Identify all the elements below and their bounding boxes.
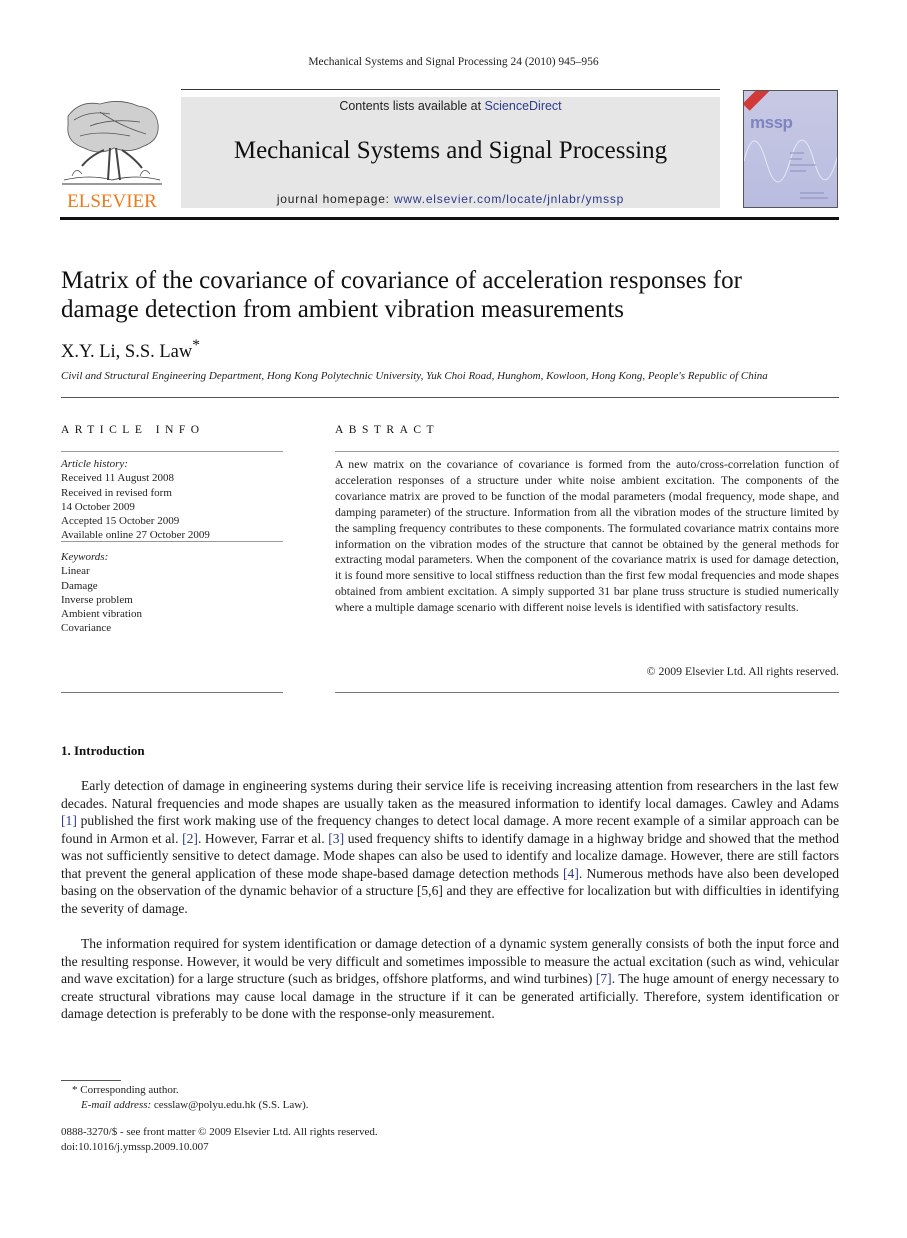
article-history: Article history: Received 11 August 2008… bbox=[61, 457, 210, 543]
footnote-mark: * bbox=[72, 1084, 78, 1096]
journal-title: Mechanical Systems and Signal Processing bbox=[233, 137, 668, 164]
email-link[interactable]: cesslaw@polyu.edu.hk bbox=[154, 1099, 256, 1111]
running-head: Mechanical Systems and Signal Processing… bbox=[308, 56, 599, 68]
paper-title-line-2: damage detection from ambient vibration … bbox=[61, 296, 625, 323]
elsevier-logo[interactable]: ELSEVIER bbox=[60, 96, 164, 212]
citation-link[interactable]: [1] bbox=[61, 813, 77, 828]
email-label: E-mail address: bbox=[81, 1099, 152, 1111]
keyword: Ambient vibration bbox=[61, 608, 142, 621]
banner-bottom-rule bbox=[60, 217, 839, 220]
abstract-rule-bottom bbox=[335, 692, 839, 693]
paper-title-line-1: Matrix of the covariance of covariance o… bbox=[61, 267, 742, 294]
footnote: * Corresponding author. E-mail address: … bbox=[72, 1083, 309, 1113]
citation-link[interactable]: [3] bbox=[328, 831, 344, 846]
cover-waveform-icon bbox=[744, 139, 837, 199]
text-run: . However, Farrar et al. bbox=[197, 830, 329, 846]
article-info-rule-top bbox=[61, 451, 283, 452]
keyword: Damage bbox=[61, 579, 98, 592]
keywords-label: Keywords: bbox=[61, 551, 109, 563]
affiliation: Civil and Structural Engineering Departm… bbox=[61, 370, 768, 382]
history-item: Accepted 15 October 2009 bbox=[61, 515, 180, 528]
keyword: Covariance bbox=[61, 622, 112, 635]
authors: X.Y. Li, S.S. Law* bbox=[61, 337, 200, 363]
intro-paragraph-2: The information required for system iden… bbox=[61, 935, 839, 1023]
abstract-rule-top bbox=[335, 451, 839, 452]
intro-paragraph-1: Early detection of damage in engineering… bbox=[61, 777, 839, 917]
history-item: Received 11 August 2008 bbox=[61, 472, 174, 485]
history-item: Available online 27 October 2009 bbox=[61, 529, 210, 542]
paper-title: Matrix of the covariance of covariance o… bbox=[61, 266, 851, 324]
footnote-corresponding: * Corresponding author. bbox=[72, 1083, 309, 1098]
homepage-link[interactable]: www.elsevier.com/locate/jnlabr/ymssp bbox=[394, 192, 624, 206]
section-heading-introduction: 1. Introduction bbox=[61, 743, 145, 758]
doi-link[interactable]: doi:10.1016/j.ymssp.2009.10.007 bbox=[61, 1140, 378, 1155]
elsevier-wordmark: ELSEVIER bbox=[67, 191, 157, 210]
title-block-rule bbox=[61, 397, 839, 398]
elsevier-tree-icon: ELSEVIER bbox=[62, 101, 162, 212]
keyword: Linear bbox=[61, 565, 90, 578]
journal-cover-thumbnail[interactable]: mssp bbox=[743, 90, 838, 208]
article-info-rule-bottom bbox=[61, 692, 283, 693]
citation-link[interactable]: [7] bbox=[596, 971, 612, 986]
citation-link[interactable]: [2] bbox=[182, 831, 198, 846]
history-item: 14 October 2009 bbox=[61, 500, 135, 513]
contents-prefix: Contents lists available at bbox=[339, 99, 485, 113]
keyword: Inverse problem bbox=[61, 593, 133, 606]
footnote-email-line: E-mail address: cesslaw@polyu.edu.hk (S.… bbox=[72, 1098, 309, 1113]
article-history-label: Article history: bbox=[61, 458, 128, 470]
footnote-rule bbox=[61, 1080, 121, 1081]
article-info-heading: ARTICLE INFO bbox=[61, 424, 205, 436]
contents-line: Contents lists available at ScienceDirec… bbox=[181, 99, 720, 113]
homepage-prefix: journal homepage: bbox=[276, 192, 394, 206]
homepage-line: journal homepage: www.elsevier.com/locat… bbox=[181, 192, 720, 206]
issn-line: 0888-3270/$ - see front matter © 2009 El… bbox=[61, 1126, 378, 1138]
author-names: X.Y. Li, S.S. Law bbox=[61, 342, 193, 363]
abstract-text: A new matrix on the covariance of covari… bbox=[335, 457, 839, 615]
sciencedirect-link[interactable]: ScienceDirect bbox=[485, 99, 562, 113]
email-suffix: (S.S. Law). bbox=[255, 1099, 309, 1111]
abstract-heading: ABSTRACT bbox=[335, 424, 440, 436]
front-matter: 0888-3270/$ - see front matter © 2009 El… bbox=[61, 1125, 378, 1155]
corresponding-author-mark[interactable]: * bbox=[192, 337, 200, 354]
header-rule bbox=[181, 89, 720, 90]
citation-link[interactable]: [4] bbox=[563, 866, 579, 881]
footnote-corresponding-text: Corresponding author. bbox=[80, 1084, 179, 1096]
keywords: Keywords: Linear Damage Inverse problem … bbox=[61, 550, 142, 636]
text-run: Early detection of damage in engineering… bbox=[61, 778, 839, 811]
history-item: Received in revised form bbox=[61, 486, 172, 499]
abstract-copyright: © 2009 Elsevier Ltd. All rights reserved… bbox=[646, 664, 839, 678]
